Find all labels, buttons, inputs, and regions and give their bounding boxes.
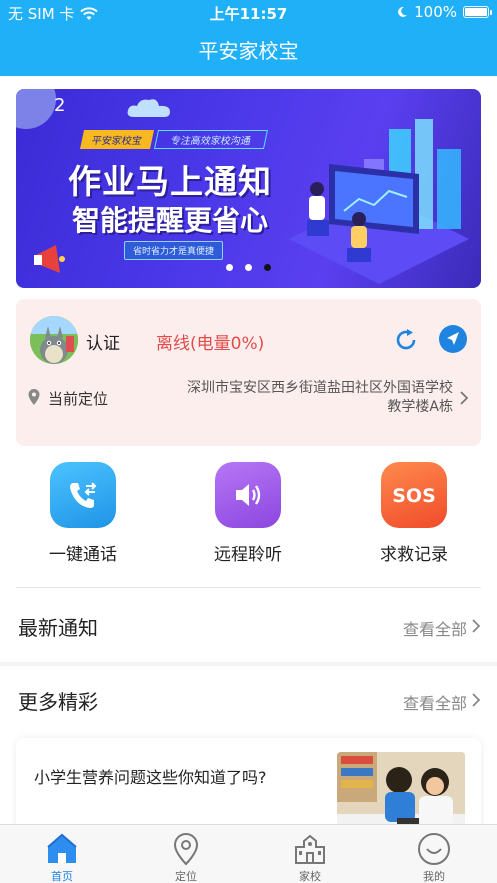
city-illustration <box>289 119 469 284</box>
banner-page-number: 2 <box>54 95 66 116</box>
status-bar: 无 SIM 卡 上午11:57 100% <box>0 0 497 26</box>
address-text[interactable]: 深圳市宝安区西乡街道盐田社区外国语学校 教学楼A栋 <box>153 379 453 417</box>
home-icon <box>47 833 77 863</box>
chevron-right-icon[interactable] <box>459 391 469 405</box>
megaphone-icon <box>34 245 65 273</box>
address-line-2: 教学楼A栋 <box>387 399 453 415</box>
auth-label: 认证 <box>86 334 120 354</box>
tab-label: 首页 <box>51 870 73 883</box>
remote-listen-button[interactable]: 远程聆听 <box>188 462 308 565</box>
banner-brand-tag: 平安家校宝 <box>79 130 155 149</box>
home-content[interactable]: 2 平安家校宝 专注高效家校沟通 作业马上通知 智能提醒更省心 省时省力才是真便… <box>0 76 497 824</box>
tab-label: 家校 <box>299 870 321 883</box>
chevron-right-icon[interactable] <box>471 619 481 633</box>
one-key-call-button[interactable]: 一键通话 <box>23 462 143 565</box>
view-all-link[interactable]: 查看全部 <box>403 690 467 714</box>
section-title: 最新通知 <box>18 616 98 640</box>
banner-dot-2[interactable] <box>245 264 252 271</box>
sos-records-button[interactable]: SOS 求救记录 <box>354 462 474 565</box>
nav-bar: 平安家校宝 <box>0 26 497 76</box>
tab-profile[interactable]: 我的 <box>372 825 496 883</box>
banner-slogan-tag: 专注高效家校沟通 <box>153 130 269 149</box>
latest-notice-section: 最新通知 查看全部 <box>0 592 497 662</box>
svg-text:SOS: SOS <box>392 485 436 507</box>
article-title: 小学生营养问题这些你知道了吗? <box>34 768 267 787</box>
device-status-card[interactable]: 认证 离线(电量0%) 当前定位 深圳市宝安区西乡街道盐田社区外国语学校 教学楼… <box>16 299 481 446</box>
location-pin-icon <box>173 832 199 866</box>
battery-percent: 100% <box>414 3 457 21</box>
profile-smile-icon <box>418 833 450 865</box>
location-pin-icon <box>28 389 40 405</box>
banner-pagination[interactable] <box>226 264 271 271</box>
moon-decoration <box>16 89 56 129</box>
divider <box>16 587 481 588</box>
section-title: 更多精彩 <box>18 690 98 714</box>
article-card[interactable]: 小学生营养问题这些你知道了吗? <box>16 738 481 824</box>
device-status-text: 离线(电量0%) <box>156 334 265 354</box>
refresh-icon[interactable] <box>394 328 418 352</box>
view-all-link[interactable]: 查看全部 <box>403 616 467 640</box>
moon-icon <box>398 6 408 17</box>
battery-icon <box>463 6 492 18</box>
tab-label: 我的 <box>423 870 445 883</box>
article-thumbnail <box>337 752 465 824</box>
quick-actions: 一键通话 远程聆听 SOS 求救记录 <box>0 462 497 572</box>
chevron-right-icon[interactable] <box>471 693 481 707</box>
avatar[interactable] <box>30 316 78 364</box>
tab-location[interactable]: 定位 <box>124 825 248 883</box>
tab-bar: 首页 定位 家校 我的 <box>0 824 497 883</box>
action-label: 远程聆听 <box>214 545 282 565</box>
tab-home[interactable]: 首页 <box>0 825 124 883</box>
banner-headline: 作业马上通知 <box>68 162 272 201</box>
tab-school[interactable]: 家校 <box>248 825 372 883</box>
more-section: 更多精彩 查看全部 <box>0 666 497 736</box>
speaker-icon <box>215 462 281 528</box>
current-location-label: 当前定位 <box>48 390 109 408</box>
banner-pill: 省时省力才是真便捷 <box>124 241 224 260</box>
action-label: 求救记录 <box>380 545 448 565</box>
sos-icon: SOS <box>381 462 447 528</box>
banner-subheadline: 智能提醒更省心 <box>72 204 269 237</box>
app-title: 平安家校宝 <box>198 39 299 63</box>
promo-banner[interactable]: 2 平安家校宝 专注高效家校沟通 作业马上通知 智能提醒更省心 省时省力才是真便… <box>16 89 481 288</box>
banner-dot-3[interactable] <box>264 264 271 271</box>
school-icon <box>295 834 325 864</box>
banner-dot-1[interactable] <box>226 264 233 271</box>
action-label: 一键通话 <box>49 545 117 565</box>
tab-label: 定位 <box>175 870 197 883</box>
phone-transfer-icon <box>50 462 116 528</box>
address-line-1: 深圳市宝安区西乡街道盐田社区外国语学校 <box>187 380 453 396</box>
cloud-decoration <box>127 99 170 117</box>
navigate-icon[interactable] <box>439 325 467 353</box>
